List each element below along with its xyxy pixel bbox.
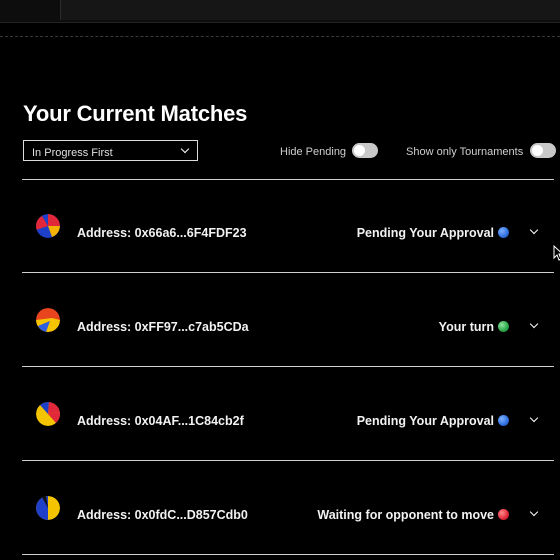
avatar (36, 214, 60, 238)
match-status: Waiting for opponent to move (317, 508, 494, 522)
row-divider (22, 554, 554, 555)
top-bar-panel (60, 0, 560, 20)
hide-pending-toggle[interactable] (352, 143, 378, 158)
status-dot-icon (498, 509, 509, 520)
avatar (36, 402, 60, 426)
match-status: Pending Your Approval (356, 226, 494, 240)
show-only-tournaments-label: Show only Tournaments (406, 146, 524, 158)
dashed-divider (0, 36, 560, 37)
match-address: Address: 0xFF97...c7ab5CDa (77, 320, 249, 334)
match-address: Address: 0x66a6...6F4FDF23 (77, 226, 247, 240)
toggle-knob (354, 145, 365, 156)
hide-pending-label: Hide Pending (280, 146, 347, 158)
show-only-tournaments-toggle[interactable] (530, 143, 556, 158)
chevron-down-icon[interactable] (529, 225, 539, 235)
match-address: Address: 0x04AF...1C84cb2f (77, 414, 244, 428)
page-title: Your Current Matches (23, 101, 248, 126)
row-divider (22, 460, 554, 461)
toggle-knob (532, 145, 543, 156)
top-bar (0, 0, 560, 23)
row-divider (22, 272, 554, 273)
avatar (36, 496, 60, 520)
chevron-down-icon (180, 144, 190, 154)
status-dot-icon (498, 227, 509, 238)
header-divider (22, 179, 554, 180)
avatar (36, 308, 60, 332)
row-divider (22, 366, 554, 367)
chevron-down-icon[interactable] (529, 507, 539, 517)
match-address: Address: 0x0fdC...D857Cdb0 (77, 508, 248, 522)
mouse-pointer-icon (553, 245, 560, 261)
match-status: Pending Your Approval (356, 414, 494, 428)
status-dot-icon (498, 415, 509, 426)
status-dot-icon (498, 321, 509, 332)
chevron-down-icon[interactable] (529, 413, 539, 423)
sort-order-select[interactable]: In Progress First (23, 140, 198, 161)
match-status: Your turn (438, 320, 494, 334)
chevron-down-icon[interactable] (529, 319, 539, 329)
sort-order-value: In Progress First (32, 147, 113, 159)
